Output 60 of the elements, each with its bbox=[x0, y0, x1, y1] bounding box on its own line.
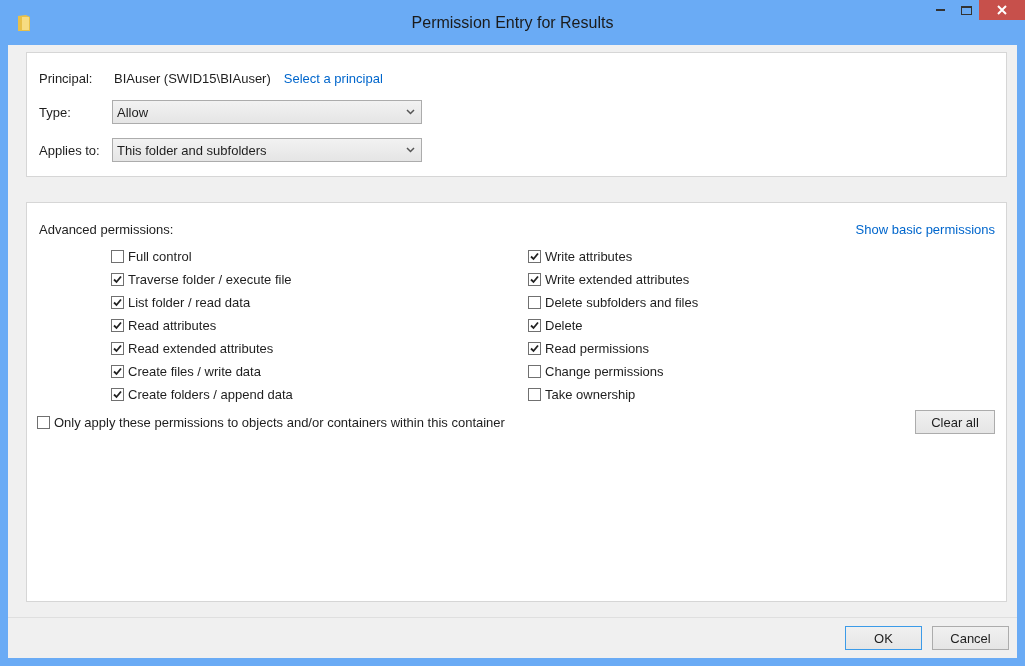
checkbox[interactable] bbox=[111, 388, 124, 401]
check-icon bbox=[113, 321, 122, 330]
check-icon bbox=[113, 367, 122, 376]
chevron-down-icon bbox=[406, 147, 415, 153]
checkbox-label: Take ownership bbox=[545, 387, 636, 402]
type-label: Type: bbox=[39, 104, 72, 120]
checkbox-label: Read permissions bbox=[545, 341, 650, 356]
minimize-icon bbox=[935, 9, 945, 11]
show-basic-permissions-link[interactable]: Show basic permissions bbox=[855, 222, 995, 237]
checkbox[interactable] bbox=[528, 296, 541, 309]
checkbox-label: Delete subfolders and files bbox=[545, 295, 699, 310]
ok-button[interactable]: OK bbox=[845, 626, 922, 650]
section-heading: Advanced permissions: bbox=[39, 222, 174, 237]
check-icon bbox=[113, 390, 122, 399]
checkbox[interactable] bbox=[528, 365, 541, 378]
checkbox[interactable] bbox=[528, 342, 541, 355]
close-button[interactable] bbox=[979, 0, 1025, 20]
checkbox-label: Write extended attributes bbox=[545, 272, 690, 287]
principal-label: Principal: bbox=[39, 71, 94, 86]
check-icon bbox=[530, 321, 539, 330]
checkbox[interactable] bbox=[528, 273, 541, 286]
folder-icon bbox=[17, 13, 31, 32]
checkbox-label: Traverse folder / execute file bbox=[128, 272, 292, 287]
check-icon bbox=[530, 344, 539, 353]
checkbox-label: Only apply these permissions to objects and/or containers within this container bbox=[54, 414, 505, 430]
window-title: Permission Entry for Results bbox=[410, 13, 615, 32]
close-icon bbox=[997, 5, 1007, 15]
check-icon bbox=[113, 275, 122, 284]
checkbox-label: Full control bbox=[128, 249, 192, 264]
applies-to-label: Applies to: bbox=[39, 142, 101, 158]
checkbox[interactable] bbox=[111, 342, 124, 355]
check-icon bbox=[113, 298, 122, 307]
checkbox-label: Change permissions bbox=[545, 364, 664, 379]
clear-all-button[interactable]: Clear all bbox=[915, 410, 995, 434]
checkbox[interactable] bbox=[528, 250, 541, 263]
check-icon bbox=[530, 275, 539, 284]
principal-value: BIAuser (SWID15\BIAuser) bbox=[114, 71, 271, 86]
checkbox[interactable] bbox=[111, 273, 124, 286]
checkbox-label: Read attributes bbox=[128, 318, 217, 333]
check-icon bbox=[530, 252, 539, 261]
applies-to-dropdown[interactable]: This folder and subfolders bbox=[112, 138, 422, 162]
cancel-button[interactable]: Cancel bbox=[932, 626, 1009, 650]
chevron-down-icon bbox=[406, 109, 415, 115]
select-principal-link[interactable]: Select a principal bbox=[283, 71, 383, 86]
checkbox[interactable] bbox=[111, 296, 124, 309]
checkbox-label: Read extended attributes bbox=[128, 341, 274, 356]
checkbox[interactable] bbox=[37, 415, 50, 429]
checkbox-label: Delete bbox=[545, 318, 583, 333]
checkbox[interactable] bbox=[528, 388, 541, 401]
checkbox[interactable] bbox=[111, 250, 124, 263]
checkbox[interactable] bbox=[111, 365, 124, 378]
checkbox[interactable] bbox=[111, 319, 124, 332]
maximize-icon bbox=[960, 5, 972, 15]
checkbox[interactable] bbox=[528, 319, 541, 332]
checkbox-label: Create folders / append data bbox=[128, 387, 293, 402]
checkbox-label: Create files / write data bbox=[128, 364, 261, 379]
type-dropdown[interactable]: Allow bbox=[112, 100, 422, 124]
check-icon bbox=[113, 344, 122, 353]
checkbox-label: Write attributes bbox=[545, 249, 633, 264]
checkbox-label: List folder / read data bbox=[128, 295, 251, 310]
